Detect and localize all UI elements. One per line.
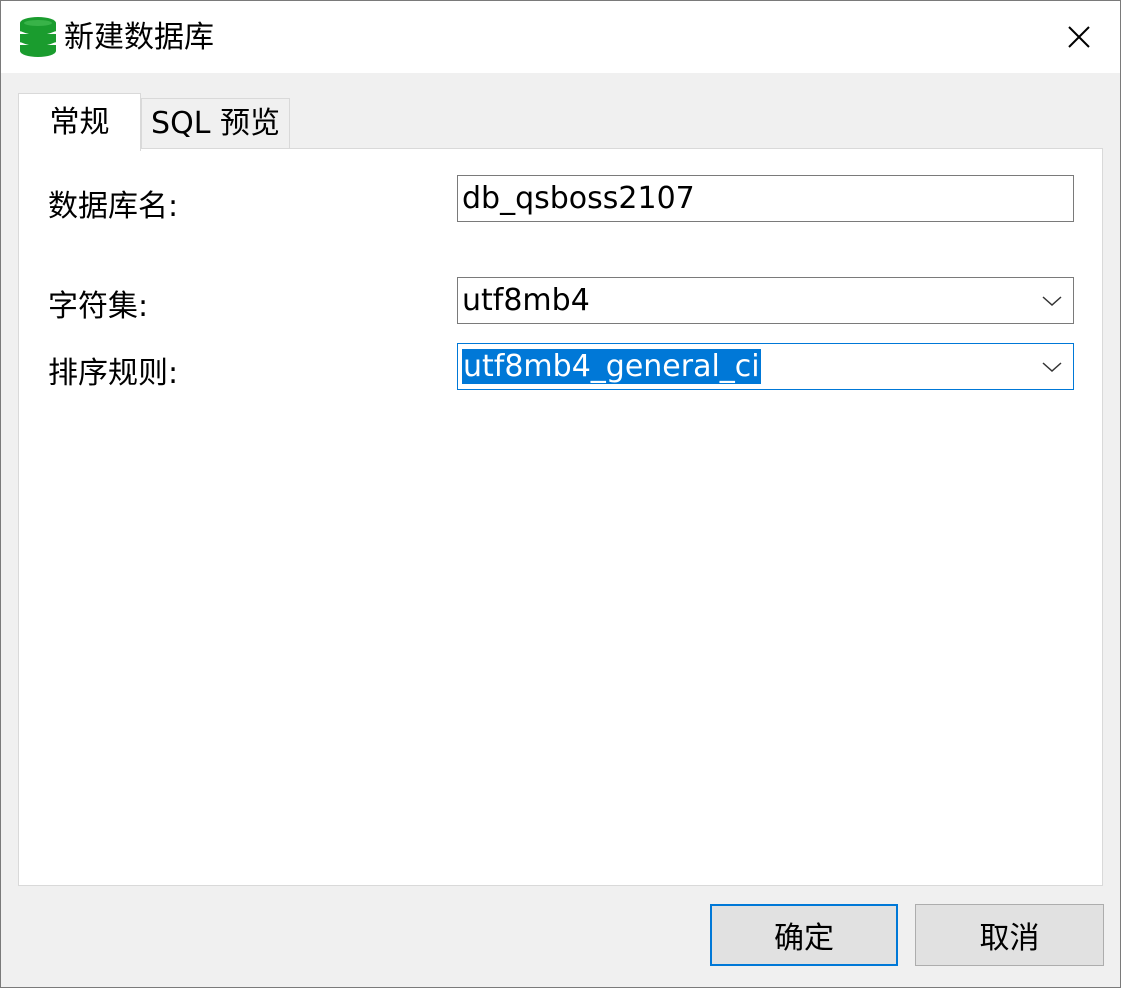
database-icon	[19, 16, 57, 58]
database-name-label: 数据库名:	[48, 189, 179, 224]
new-database-dialog: 新建数据库 常规 SQL 预览 数据库名: db_qsboss2107 字符集:…	[0, 0, 1121, 988]
charset-label: 字符集:	[48, 289, 149, 324]
collation-select[interactable]: utf8mb4_general_ci	[457, 343, 1074, 390]
cancel-button[interactable]: 取消	[915, 904, 1104, 966]
database-name-input[interactable]: db_qsboss2107	[457, 175, 1074, 222]
tab-general[interactable]: 常规	[18, 93, 141, 151]
charset-select[interactable]: utf8mb4	[457, 277, 1074, 324]
dialog-title: 新建数据库	[64, 20, 214, 55]
collation-value: utf8mb4_general_ci	[462, 349, 761, 384]
general-panel	[18, 148, 1103, 886]
title-bar: 新建数据库	[1, 1, 1120, 73]
chevron-down-icon	[1042, 362, 1062, 373]
close-button[interactable]	[1049, 1, 1109, 73]
database-name-value: db_qsboss2107	[462, 181, 695, 216]
close-icon	[1068, 26, 1090, 48]
tab-sql-preview[interactable]: SQL 预览	[141, 98, 290, 149]
collation-label: 排序规则:	[48, 356, 179, 391]
charset-value: utf8mb4	[462, 283, 590, 318]
chevron-down-icon	[1042, 296, 1062, 307]
ok-button[interactable]: 确定	[710, 904, 898, 966]
